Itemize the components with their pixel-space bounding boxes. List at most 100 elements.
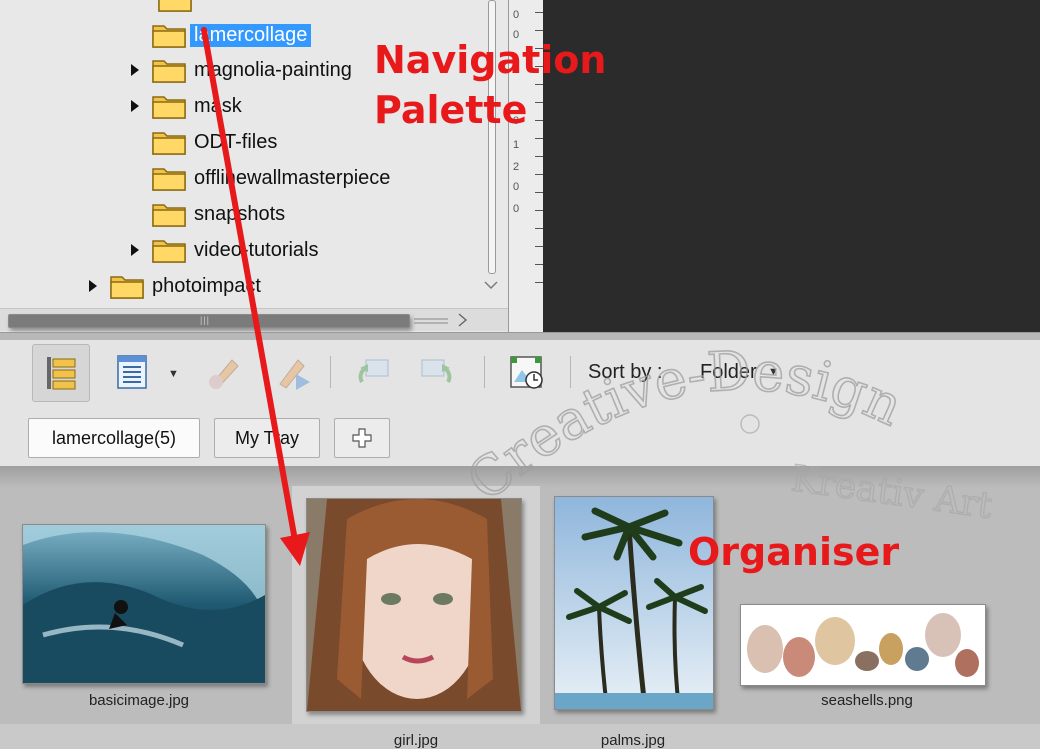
- thumbnail-image[interactable]: [22, 524, 266, 684]
- organiser-toolbar: ▼ Sort by: Folder ▼: [0, 340, 1040, 404]
- tree-item-label[interactable]: lamercollage: [190, 23, 312, 47]
- details-view-icon: [117, 355, 147, 389]
- tree-item-lamercollage[interactable]: lamercollage: [128, 20, 312, 50]
- tree-row-partial: [158, 0, 338, 12]
- expand-triangle-icon[interactable]: [86, 279, 100, 293]
- folder-tree-view-button[interactable]: [32, 344, 90, 402]
- organiser-panel: basicimage.jpg girl.jpg palms.jpg seashe…: [0, 466, 1040, 749]
- tree-item-label[interactable]: offlinewallmasterpiece: [190, 167, 394, 190]
- view-dropdown-arrow-icon[interactable]: ▼: [168, 368, 179, 380]
- organiser-tab-strip: lamercollage(5) My Tray: [0, 404, 1040, 466]
- ruler-number: 0: [513, 203, 520, 215]
- tree-item-label[interactable]: ODT-files: [190, 131, 281, 154]
- seashells-image: [741, 605, 985, 685]
- chevron-right-icon[interactable]: [456, 313, 468, 327]
- tree-item-odt-files[interactable]: ODT-files: [128, 127, 281, 157]
- tab-lamercollage[interactable]: lamercollage(5): [28, 418, 200, 458]
- ruler-tick: [535, 282, 543, 283]
- folder-icon: [152, 201, 186, 227]
- ruler-tick: [535, 246, 543, 247]
- ruler-tick: [535, 156, 543, 157]
- slideshow-button[interactable]: [498, 344, 554, 400]
- add-tab-button[interactable]: [334, 418, 390, 458]
- ruler-tick: [535, 30, 543, 31]
- annotation-navigation: Navigation: [374, 38, 607, 82]
- slideshow-clock-icon: [510, 356, 543, 389]
- tab-label: My Tray: [234, 427, 299, 448]
- tree-item-label[interactable]: mask: [190, 95, 246, 118]
- ruler-tick: [535, 138, 543, 139]
- ruler-number: 0: [513, 181, 520, 193]
- tree-item-offlinewallmasterpiece[interactable]: offlinewallmasterpiece: [128, 163, 394, 193]
- sort-by-label: Sort by :: [588, 361, 663, 383]
- rotate-right-button[interactable]: [410, 344, 466, 400]
- sort-dropdown-arrow-icon[interactable]: ▼: [768, 366, 779, 378]
- tree-item-snapshots[interactable]: snapshots: [128, 199, 289, 229]
- thumbnail-filename: girl.jpg: [393, 732, 439, 749]
- preview-pane: [543, 0, 1040, 332]
- expand-triangle-icon[interactable]: [128, 243, 142, 257]
- tree-item-video-tutorials[interactable]: video-tutorials: [128, 235, 323, 265]
- thumbnail-filename: palms.jpg: [600, 732, 666, 749]
- rotate-left-button[interactable]: [344, 344, 400, 400]
- scroll-track-lines: [414, 318, 448, 324]
- tree-item-photoimpact[interactable]: photoimpact: [86, 271, 265, 301]
- folder-icon: [152, 237, 186, 263]
- tab-my-tray[interactable]: My Tray: [214, 418, 320, 458]
- edit-forward-icon: [279, 359, 310, 390]
- tree-item-label[interactable]: video-tutorials: [190, 239, 323, 262]
- expand-triangle-icon[interactable]: [128, 63, 142, 77]
- thumbnail-image[interactable]: [740, 604, 986, 686]
- add-tab-icon: [352, 428, 372, 448]
- ruler-tick: [535, 210, 543, 211]
- wave-surfer-image: [23, 525, 265, 683]
- folder-tree-view-icon: [47, 357, 76, 390]
- ruler-tick: [535, 120, 543, 121]
- tree-item-label[interactable]: photoimpact: [148, 275, 265, 298]
- edit-button[interactable]: [196, 344, 252, 400]
- tree-item-label[interactable]: snapshots: [190, 203, 289, 226]
- rotate-left-icon: [358, 359, 389, 384]
- portrait-image: [307, 499, 521, 711]
- edit-forward-button[interactable]: [266, 344, 322, 400]
- tree-item-label[interactable]: magnolia-painting: [190, 59, 356, 82]
- thumbnail-item-palms[interactable]: palms.jpg: [544, 486, 722, 749]
- tree-item-magnolia-painting[interactable]: magnolia-painting: [128, 55, 356, 85]
- ruler-number: 0: [513, 9, 520, 21]
- annotation-palette: Palette: [374, 88, 528, 132]
- ruler-tick: [535, 12, 543, 13]
- thumbnail-image[interactable]: [554, 496, 714, 710]
- ruler-tick: [535, 264, 543, 265]
- edit-pencil-icon: [209, 359, 239, 389]
- details-view-button[interactable]: [104, 344, 160, 400]
- folder-icon: [152, 22, 186, 48]
- thumbnail-filename: seashells.png: [821, 692, 913, 709]
- tab-label: lamercollage(5): [51, 427, 177, 448]
- thumbnail-filename: basicimage.jpg: [88, 692, 190, 709]
- palm-trees-image: [555, 497, 713, 709]
- ruler-number: 2: [513, 161, 520, 173]
- sort-by-dropdown[interactable]: Folder: [700, 361, 757, 384]
- folder-icon: [152, 93, 186, 119]
- folder-icon: [152, 129, 186, 155]
- thumbnail-item-girl[interactable]: girl.jpg: [292, 486, 540, 749]
- thumbnail-image[interactable]: [306, 498, 522, 712]
- ruler-tick: [535, 228, 543, 229]
- tree-horizontal-scrollbar[interactable]: |||: [0, 308, 508, 331]
- ruler-tick: [535, 102, 543, 103]
- folder-icon: [152, 165, 186, 191]
- folder-icon: [158, 0, 192, 12]
- annotation-organiser: Organiser: [688, 530, 900, 574]
- ruler-number: 1: [513, 139, 520, 151]
- expand-triangle-icon[interactable]: [128, 99, 142, 113]
- ruler-tick: [535, 174, 543, 175]
- rotate-right-icon: [421, 359, 452, 384]
- ruler-tick: [535, 84, 543, 85]
- thumbnail-item-basicimage[interactable]: basicimage.jpg: [0, 486, 278, 724]
- folder-icon: [110, 273, 144, 299]
- tree-item-mask[interactable]: mask: [128, 91, 246, 121]
- ruler-tick: [535, 192, 543, 193]
- folder-icon: [152, 57, 186, 83]
- thumbnail-item-seashells[interactable]: seashells.png: [728, 486, 1006, 724]
- chevron-down-icon[interactable]: [484, 280, 498, 290]
